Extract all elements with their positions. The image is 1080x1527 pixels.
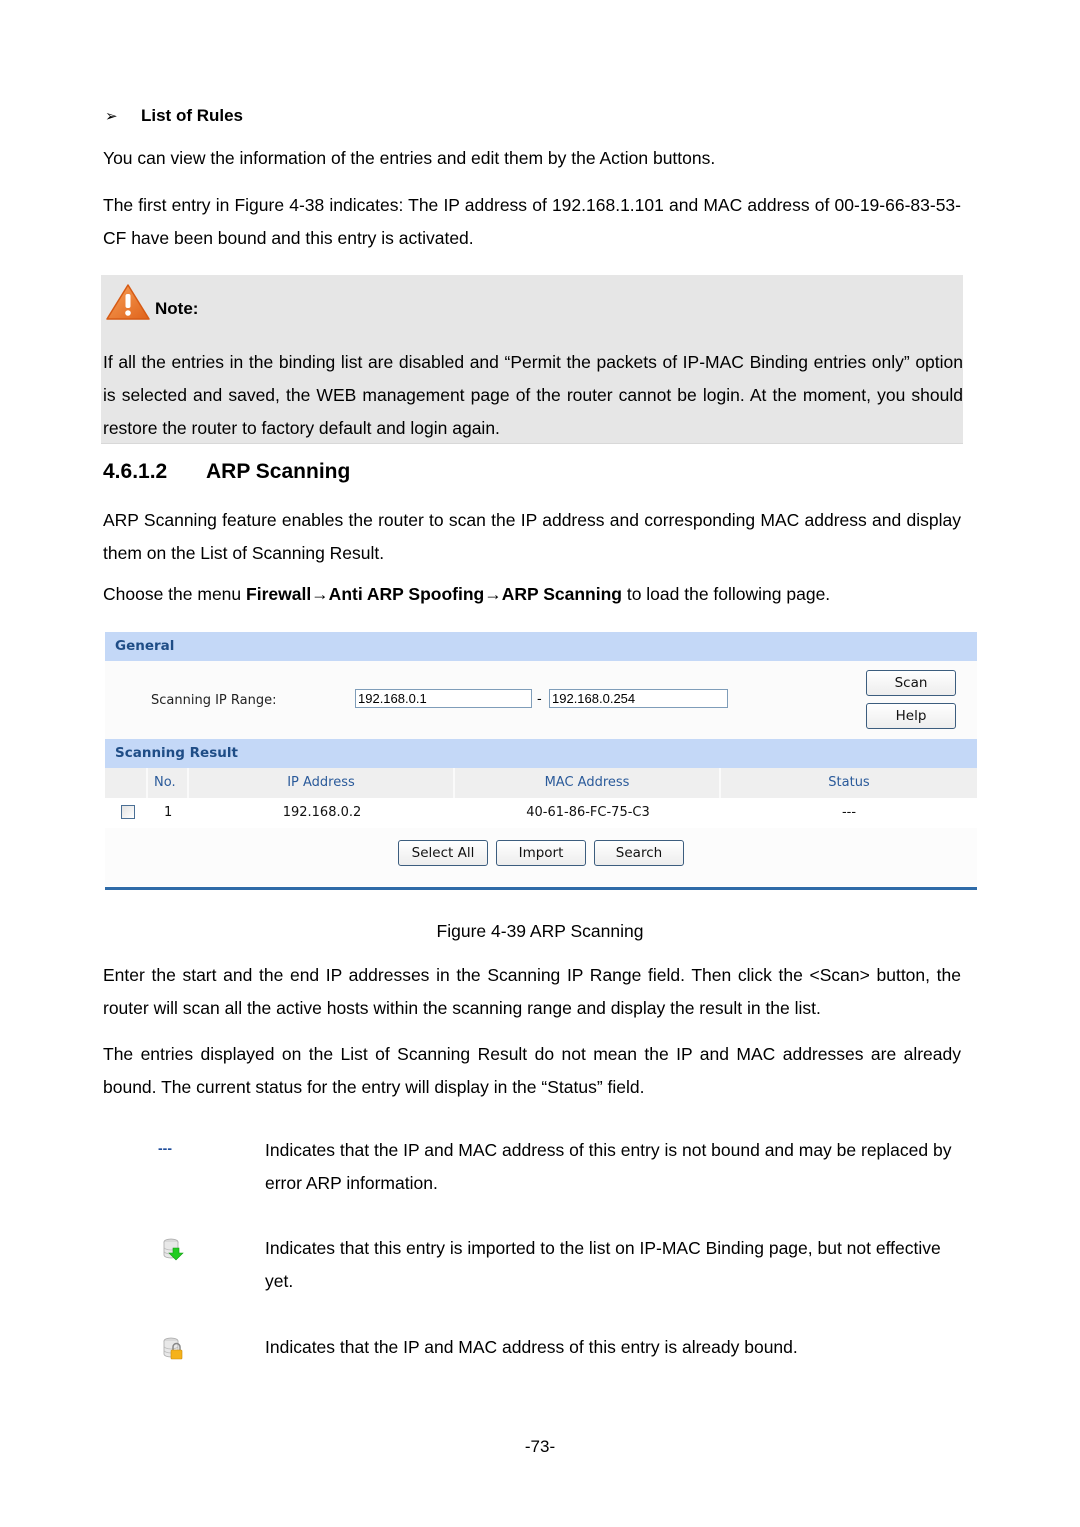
scanning-result-header: Scanning Result <box>105 739 977 768</box>
figure-caption: Figure 4-39 ARP Scanning <box>436 921 644 941</box>
section-heading: 4.6.1.2 ARP Scanning <box>103 460 350 484</box>
end-ip-input[interactable] <box>549 689 728 708</box>
not-bound-dash: --- <box>158 1140 172 1156</box>
warning-icon <box>106 284 150 320</box>
range-separator: - <box>537 692 542 707</box>
status-legend-text: Indicates that the IP and MAC address of… <box>265 1140 952 1193</box>
database-lock-icon <box>163 1337 183 1360</box>
note-header: Note: <box>105 283 198 321</box>
list-of-rules-heading: ➢ List of Rules <box>105 106 243 126</box>
note-text: If all the entries in the binding list a… <box>103 352 963 438</box>
bullet-arrow-icon: ➢ <box>105 108 118 125</box>
list-of-rules-para2: The first entry in Figure 4-38 indicates… <box>103 195 961 248</box>
figure-bottom-border <box>105 887 977 890</box>
list-of-rules-para1: You can view the information of the entr… <box>103 148 716 168</box>
help-button[interactable]: Help <box>866 703 956 729</box>
column-header-mac: MAC Address <box>455 768 721 798</box>
search-button[interactable]: Search <box>594 840 684 866</box>
table-row: 1 192.168.0.2 40-61-86-FC-75-C3 --- <box>105 798 977 829</box>
page-number: -73- <box>524 1437 556 1456</box>
arp-scanning-figure: General Scanning IP Range: - Scan Help S… <box>105 632 977 890</box>
database-import-icon <box>163 1238 184 1261</box>
column-header-ip: IP Address <box>189 768 455 798</box>
list-of-rules-title: List of Rules <box>141 106 244 125</box>
note-box: Note: If all the entries in the binding … <box>101 275 963 444</box>
row-status: --- <box>841 805 857 820</box>
menu-path: Firewall→Anti ARP Spoofing→ARP Scanning <box>246 584 622 604</box>
start-ip-input[interactable] <box>355 689 532 708</box>
section-intro: ARP Scanning feature enables the router … <box>103 510 961 563</box>
row-checkbox[interactable] <box>121 805 135 819</box>
column-header-select <box>105 768 148 798</box>
row-mac: 40-61-86-FC-75-C3 <box>526 805 650 820</box>
status-legend-text: Indicates that this entry is imported to… <box>265 1238 941 1291</box>
row-ip: 192.168.0.2 <box>282 805 362 820</box>
body-para1: Enter the start and the end IP addresses… <box>103 965 961 1018</box>
select-all-button[interactable]: Select All <box>398 840 488 866</box>
note-title: Note: <box>155 299 199 318</box>
menu-suffix: to load the following page. <box>621 584 831 604</box>
scanning-ip-range-label: Scanning IP Range: <box>151 693 277 708</box>
table-header: No. IP Address MAC Address Status <box>105 768 977 798</box>
status-legend-text: Indicates that the IP and MAC address of… <box>265 1337 798 1357</box>
column-header-no: No. <box>148 768 189 798</box>
menu-prefix: Choose the menu <box>103 584 247 604</box>
section-title: ARP Scanning <box>206 460 351 483</box>
import-button[interactable]: Import <box>496 840 586 866</box>
column-header-status: Status <box>828 775 870 790</box>
general-section-header: General <box>105 632 977 661</box>
menu-instruction: Choose the menu Firewall→Anti ARP Spoofi… <box>103 578 973 611</box>
section-number: 4.6.1.2 <box>103 460 168 483</box>
body-para2: The entries displayed on the List of Sca… <box>103 1044 961 1097</box>
scan-button[interactable]: Scan <box>866 670 956 696</box>
